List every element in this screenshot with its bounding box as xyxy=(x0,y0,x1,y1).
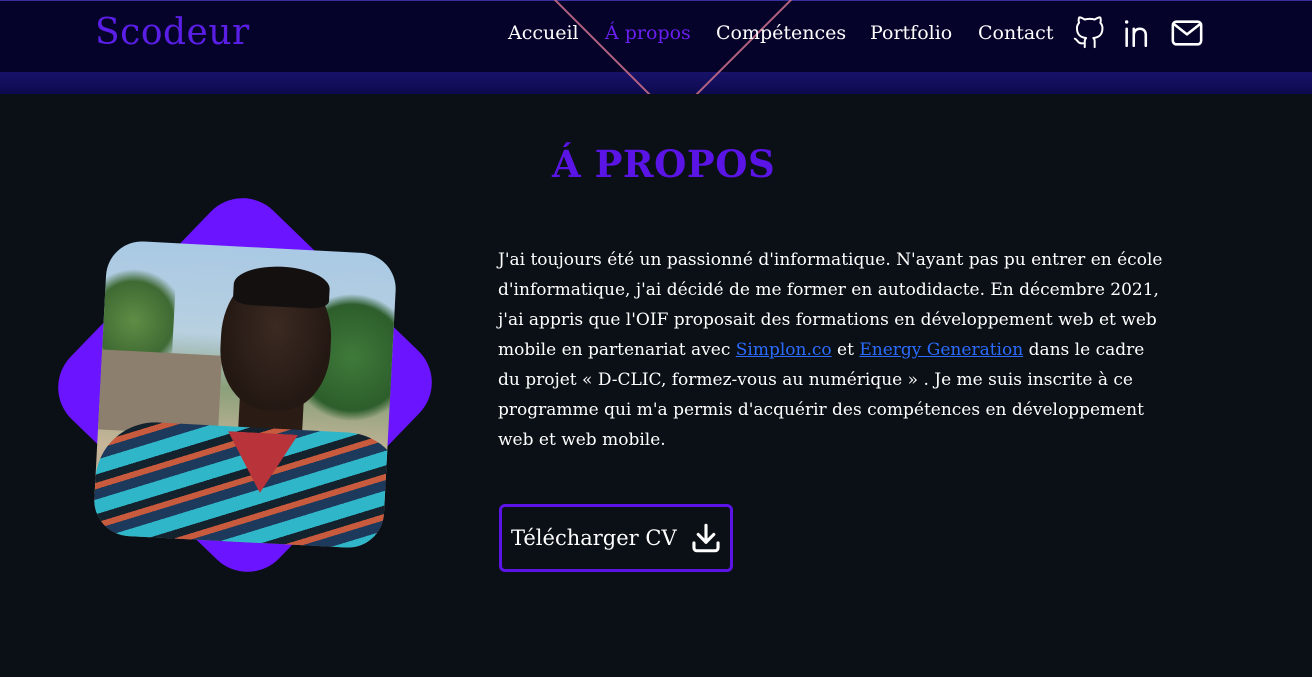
profile-photo xyxy=(92,239,398,550)
github-icon[interactable] xyxy=(1072,16,1106,50)
site-header: Scodeur Accueil Á propos Compétences Por… xyxy=(0,0,1312,94)
nav-competences[interactable]: Compétences xyxy=(716,22,846,44)
mail-icon[interactable] xyxy=(1170,16,1204,50)
simplon-link[interactable]: Simplon.co xyxy=(736,340,832,360)
nav-a-propos[interactable]: Á propos xyxy=(605,22,691,44)
about-paragraph: J'ai toujours été un passionné d'informa… xyxy=(498,245,1170,455)
photo-hair xyxy=(232,264,331,310)
download-icon xyxy=(692,523,720,553)
nav-accueil[interactable]: Accueil xyxy=(508,22,579,44)
download-cv-button[interactable]: Télécharger CV xyxy=(499,504,733,572)
nav-contact[interactable]: Contact xyxy=(978,22,1053,44)
download-cv-label: Télécharger CV xyxy=(511,526,677,550)
about-text-part-2: et xyxy=(831,340,860,360)
energy-generation-link[interactable]: Energy Generation xyxy=(859,340,1023,360)
brand-logo[interactable]: Scodeur xyxy=(95,12,250,53)
linkedin-icon[interactable] xyxy=(1121,16,1155,50)
nav-portfolio[interactable]: Portfolio xyxy=(870,22,952,44)
section-title-about: Á PROPOS xyxy=(552,142,776,186)
